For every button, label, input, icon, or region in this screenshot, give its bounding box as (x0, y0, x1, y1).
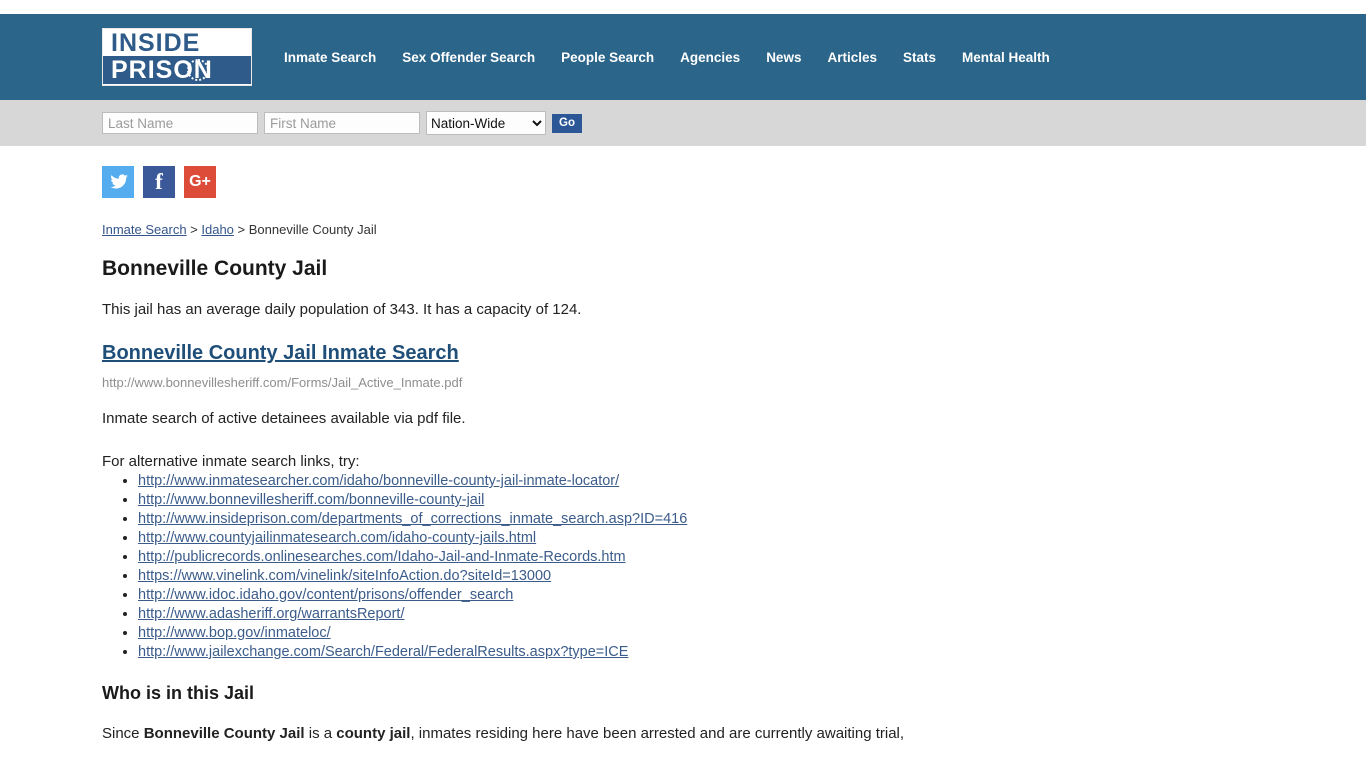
list-item: http://publicrecords.onlinesearches.com/… (138, 548, 1346, 566)
nav-item-sex-offender-search[interactable]: Sex Offender Search (402, 50, 535, 65)
list-item: http://www.adasheriff.org/warrantsReport… (138, 605, 1346, 623)
logo-text-inside: INSIDE (111, 29, 201, 57)
page-content: f G+ Inmate Search > Idaho > Bonneville … (0, 146, 1366, 745)
who-bold-jail-name: Bonneville County Jail (143, 725, 305, 742)
alt-link[interactable]: http://www.bop.gov/inmateloc/ (138, 625, 331, 641)
alt-link[interactable]: http://www.bonnevillesheriff.com/bonnevi… (138, 492, 484, 508)
social-share-row: f G+ (102, 166, 1346, 198)
go-button[interactable]: Go (552, 113, 582, 133)
last-name-input[interactable] (102, 112, 258, 134)
breadcrumb-separator-2: > (233, 222, 249, 237)
who-is-in-this-jail-heading: Who is in this Jail (102, 683, 255, 703)
site-logo[interactable]: INSIDE PRISON (102, 28, 252, 86)
nav-item-stats[interactable]: Stats (903, 50, 936, 65)
inmate-search-description: Inmate search of active detainees availa… (102, 410, 466, 427)
alt-link[interactable]: http://www.idoc.idaho.gov/content/prison… (138, 587, 513, 603)
logo-text-prison: PRISON (103, 56, 251, 84)
list-item: http://www.countyjailinmatesearch.com/id… (138, 529, 1346, 547)
alt-link[interactable]: http://www.insideprison.com/departments_… (138, 511, 687, 527)
site-header: INSIDE PRISON Inmate Search Sex Offender… (0, 14, 1366, 100)
nav-item-news[interactable]: News (766, 50, 801, 65)
who-text-2: is a (304, 725, 337, 742)
alternative-links-list: http://www.inmatesearcher.com/idaho/bonn… (102, 472, 1346, 661)
who-text-1: Since (102, 725, 144, 742)
nav-item-articles[interactable]: Articles (827, 50, 877, 65)
list-item: http://www.bonnevillesheriff.com/bonnevi… (138, 491, 1346, 509)
who-is-in-this-jail-paragraph: Since Bonneville County Jail is a county… (102, 722, 1346, 745)
list-item: http://www.inmatesearcher.com/idaho/bonn… (138, 472, 1346, 490)
inmate-search-link[interactable]: Bonneville County Jail Inmate Search (102, 342, 459, 365)
scope-select[interactable]: Nation-Wide (426, 111, 546, 135)
alt-link[interactable]: http://www.countyjailinmatesearch.com/id… (138, 530, 536, 546)
population-summary: This jail has an average daily populatio… (102, 301, 582, 318)
alt-link[interactable]: http://www.inmatesearcher.com/idaho/bonn… (138, 473, 619, 489)
quick-search-bar: Nation-Wide Go (0, 100, 1366, 146)
alt-link[interactable]: https://www.vinelink.com/vinelink/siteIn… (138, 568, 551, 584)
nav-item-people-search[interactable]: People Search (561, 50, 654, 65)
breadcrumb: Inmate Search > Idaho > Bonneville Count… (102, 222, 1346, 237)
breadcrumb-separator-1: > (186, 222, 202, 237)
nav-item-inmate-search[interactable]: Inmate Search (284, 50, 376, 65)
alt-link[interactable]: http://www.jailexchange.com/Search/Feder… (138, 644, 628, 660)
page-title: Bonneville County Jail (102, 257, 328, 280)
breadcrumb-current: Bonneville County Jail (248, 222, 377, 237)
barbed-wire-circle-icon (187, 59, 209, 81)
alt-link[interactable]: http://www.adasheriff.org/warrantsReport… (138, 606, 405, 622)
facebook-icon[interactable]: f (143, 166, 175, 198)
list-item: http://www.bop.gov/inmateloc/ (138, 624, 1346, 642)
nav-item-mental-health[interactable]: Mental Health (962, 50, 1050, 65)
facebook-glyph: f (155, 169, 163, 194)
list-item: http://www.insideprison.com/departments_… (138, 510, 1346, 528)
inmate-search-url: http://www.bonnevillesheriff.com/Forms/J… (102, 375, 463, 390)
main-navigation: Inmate Search Sex Offender Search People… (284, 50, 1050, 65)
google-plus-glyph: G+ (189, 173, 211, 190)
breadcrumb-link-inmate-search[interactable]: Inmate Search (102, 222, 187, 237)
who-bold-jail-type: county jail (336, 725, 411, 742)
google-plus-icon[interactable]: G+ (184, 166, 216, 198)
twitter-icon[interactable] (102, 166, 134, 198)
alt-link[interactable]: http://publicrecords.onlinesearches.com/… (138, 549, 626, 565)
list-item: https://www.vinelink.com/vinelink/siteIn… (138, 567, 1346, 585)
nav-item-agencies[interactable]: Agencies (680, 50, 740, 65)
breadcrumb-link-idaho[interactable]: Idaho (201, 222, 234, 237)
who-text-3: , inmates residing here have been arrest… (410, 725, 905, 742)
alternative-links-intro: For alternative inmate search links, try… (102, 453, 360, 470)
top-strip (0, 0, 1366, 14)
list-item: http://www.idoc.idaho.gov/content/prison… (138, 586, 1346, 604)
first-name-input[interactable] (264, 112, 420, 134)
list-item: http://www.jailexchange.com/Search/Feder… (138, 643, 1346, 661)
